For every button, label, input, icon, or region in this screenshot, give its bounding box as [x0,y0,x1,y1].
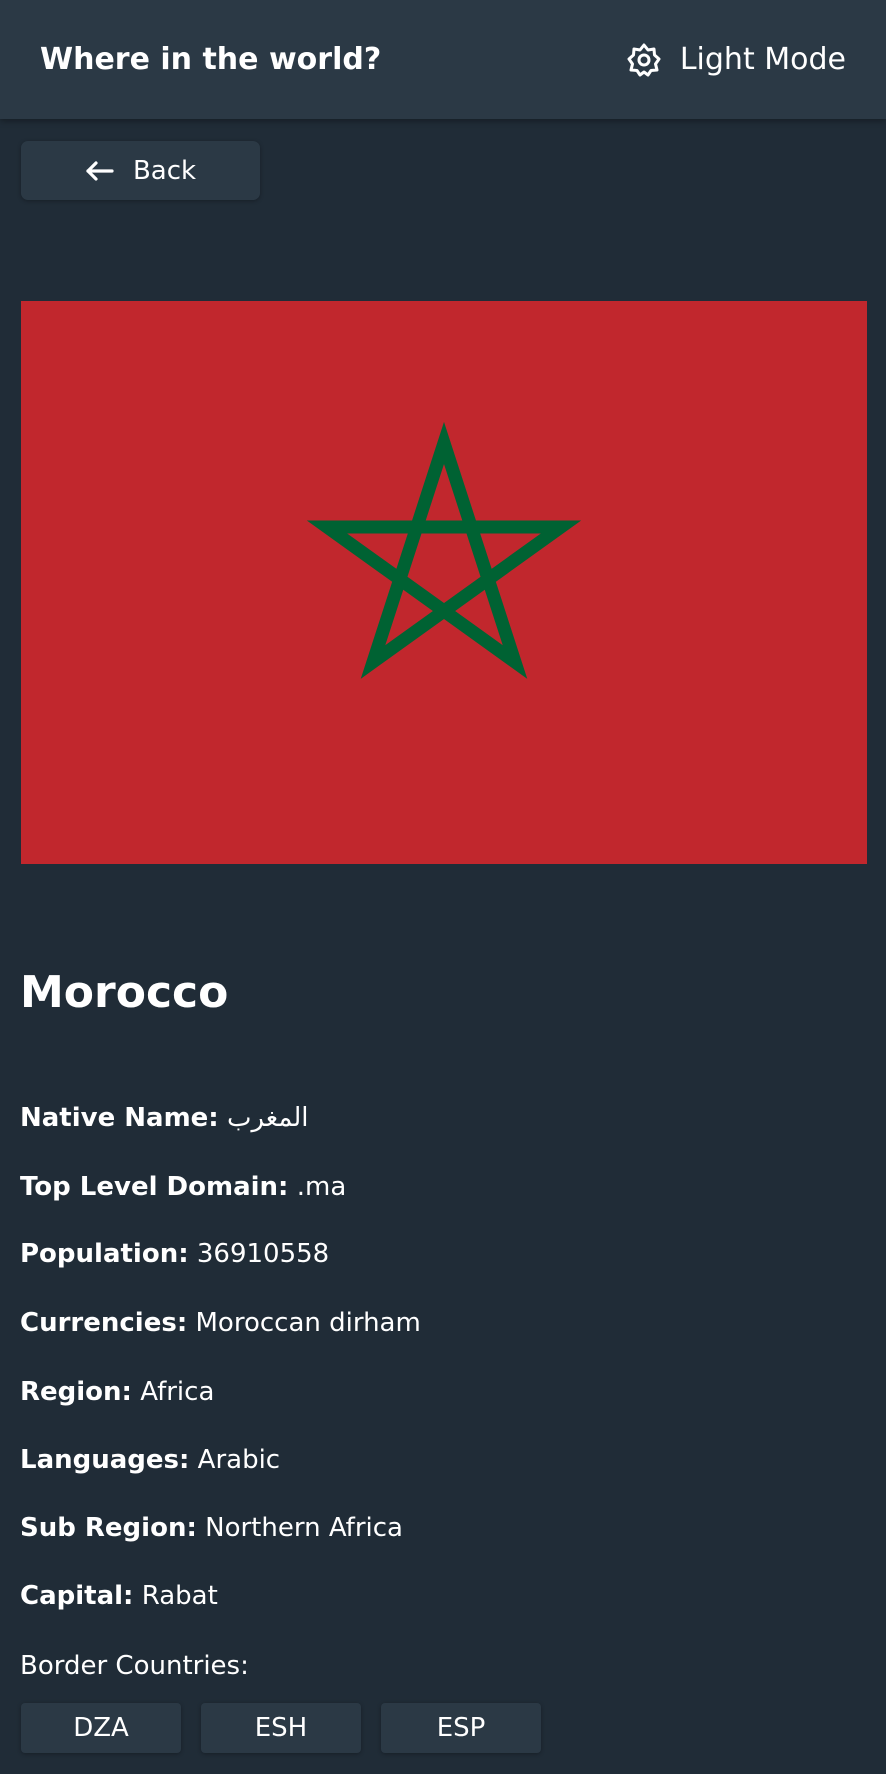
app-title: Where in the world? [40,42,382,77]
detail-label: Native Name: [20,1103,219,1133]
border-countries-label: Border Countries: [20,1651,249,1681]
flag-field [21,301,867,864]
country-flag [21,301,867,864]
detail-capital: Capital: Rabat [20,1578,218,1614]
back-button-label: Back [132,155,197,186]
detail-value: Arabic [197,1445,281,1475]
detail-value: .ma [296,1172,347,1202]
detail-value: Africa [140,1377,215,1407]
detail-label: Region: [20,1377,132,1407]
detail-top-level-domain: Top Level Domain: .ma [20,1169,346,1205]
border-country-button[interactable]: DZA [21,1703,181,1753]
detail-label: Capital: [20,1581,134,1611]
border-country-button[interactable]: ESP [381,1703,541,1753]
border-country-button[interactable]: ESH [201,1703,361,1753]
detail-currencies: Currencies: Moroccan dirham [20,1305,421,1341]
detail-region: Region: Africa [20,1374,214,1410]
gear-icon [626,42,662,78]
detail-label: Population: [20,1239,189,1269]
theme-toggle-label: Light Mode [679,42,846,77]
detail-value: المغرب [226,1103,309,1133]
detail-value: Moroccan dirham [195,1308,421,1338]
arrow-left-icon [85,160,115,182]
detail-languages: Languages: Arabic [20,1442,280,1478]
detail-label: Top Level Domain: [20,1172,289,1202]
border-countries-list: DZA ESH ESP [21,1703,561,1753]
detail-value: Northern Africa [205,1513,403,1543]
detail-label: Currencies: [20,1308,188,1338]
detail-value: Rabat [141,1581,218,1611]
theme-toggle-button[interactable]: Light Mode [626,38,846,82]
back-button[interactable]: Back [21,141,260,200]
detail-value: 36910558 [196,1239,330,1269]
detail-sub-region: Sub Region: Northern Africa [20,1510,403,1546]
detail-label: Languages: [20,1445,190,1475]
detail-population: Population: 36910558 [20,1236,329,1272]
app-header: Where in the world? Light Mode [0,0,886,119]
detail-label: Sub Region: [20,1513,197,1543]
detail-native-name: Native Name: المغرب [20,1100,309,1136]
country-name: Morocco [20,967,229,1018]
